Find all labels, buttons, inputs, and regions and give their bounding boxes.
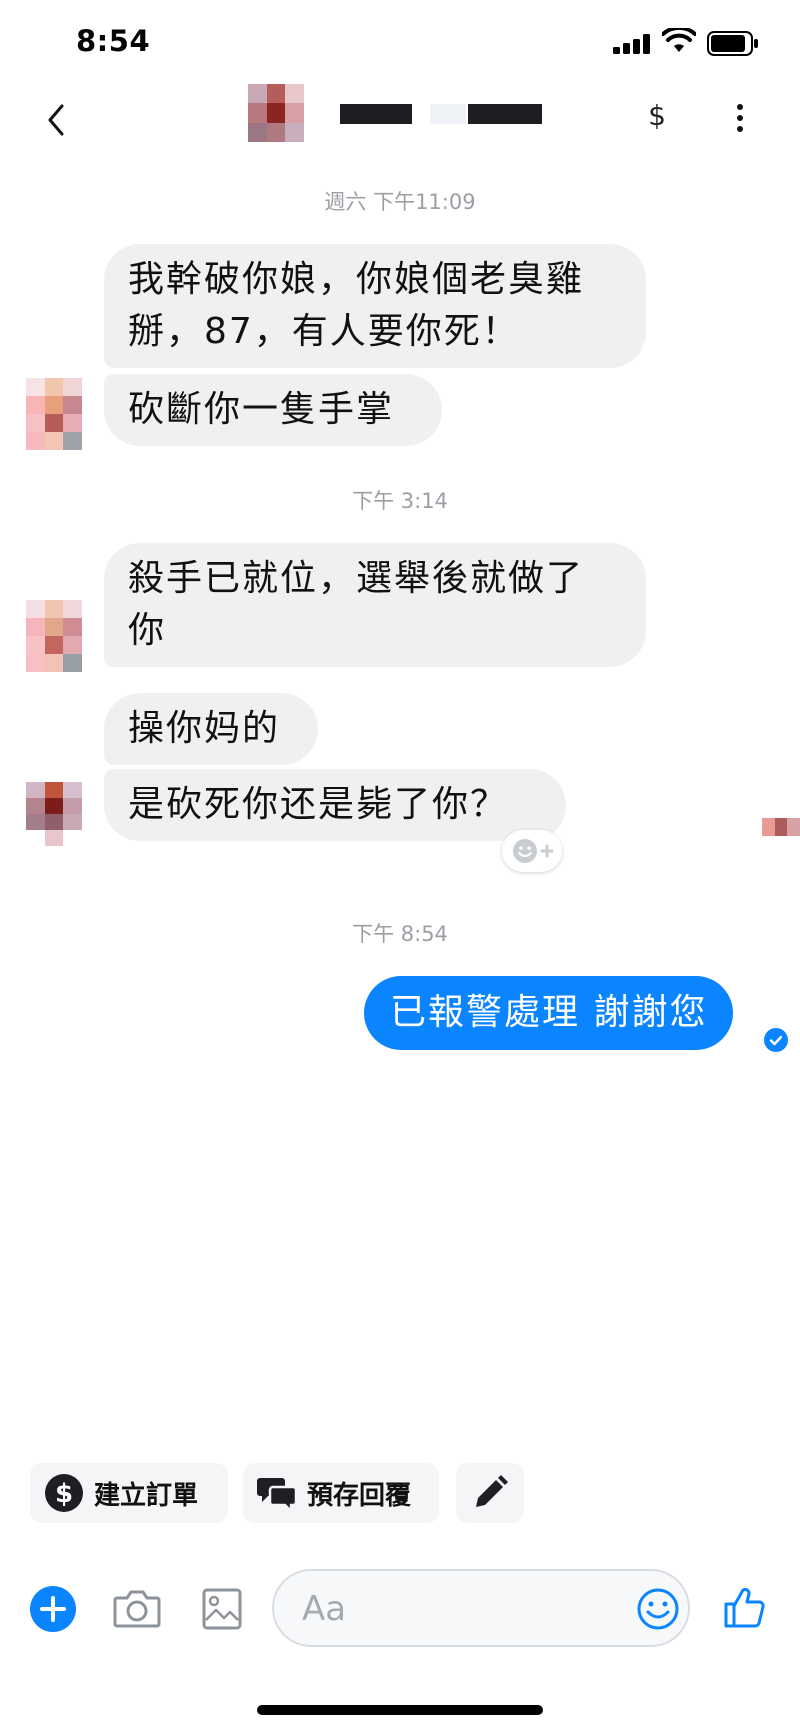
read-receipt-icon [764, 1028, 788, 1052]
quick-action-label: 預存回覆 [307, 1480, 412, 1511]
timestamp: 下午 8:54 [352, 922, 448, 946]
more-options-button[interactable] [728, 100, 752, 136]
battery-icon [707, 31, 758, 56]
pencil-icon [476, 1475, 508, 1507]
timestamp: 週六 下午11:09 [324, 190, 476, 214]
saved-replies-button[interactable]: 預存回覆 [243, 1463, 439, 1523]
add-button[interactable] [30, 1586, 76, 1632]
image-icon[interactable] [202, 1588, 242, 1630]
incoming-message-bubble[interactable]: 砍斷你一隻手掌 [104, 374, 442, 446]
chat-bubbles-icon [257, 1478, 298, 1513]
camera-icon[interactable] [113, 1586, 161, 1630]
redacted-name [430, 104, 466, 124]
cellular-signal-icon [613, 34, 651, 54]
edit-button[interactable] [456, 1463, 524, 1523]
back-button[interactable] [40, 100, 76, 140]
status-bar: 8:54 [0, 0, 800, 90]
contact-avatar[interactable] [248, 84, 304, 142]
sender-avatar[interactable] [26, 600, 82, 672]
message-text: 砍斷你一隻手掌 [128, 389, 395, 430]
message-text: 操你妈的 [128, 708, 281, 749]
incoming-message-bubble[interactable]: 是砍死你还是毙了你？ [104, 769, 566, 841]
incoming-message-bubble[interactable]: 我幹破你娘，你娘個老臭雞 掰，87，有人要你死！ [104, 244, 646, 368]
quick-action-label: 建立訂單 [94, 1480, 199, 1511]
sender-avatar[interactable] [26, 378, 82, 450]
plus-icon [40, 1596, 66, 1622]
create-order-button[interactable]: $ 建立訂單 [30, 1463, 228, 1523]
redacted-name [468, 104, 542, 124]
message-input[interactable]: Aa [272, 1569, 690, 1647]
message-text: 是砍死你还是毙了你？ [128, 784, 509, 825]
payment-button[interactable]: $ [640, 96, 674, 136]
message-text: 我幹破你娘，你娘個老臭雞 [128, 259, 585, 300]
incoming-message-bubble[interactable]: 殺手已就位，選舉後就做了 你 [104, 543, 646, 667]
like-icon[interactable] [723, 1584, 767, 1630]
status-time: 8:54 [76, 24, 151, 58]
conversation-header: $ [0, 80, 800, 170]
home-indicator [257, 1705, 543, 1715]
dollar-circle-icon: $ [45, 1474, 83, 1512]
add-reaction-button[interactable] [502, 830, 562, 872]
message-text: 殺手已就位，選舉後就做了 [128, 558, 585, 599]
outgoing-message-bubble[interactable]: 已報警處理 謝謝您 [364, 976, 734, 1050]
message-text: 已報警處理 謝謝您 [390, 992, 708, 1033]
wifi-icon [662, 28, 696, 52]
message-text: 掰，87，有人要你死！ [128, 311, 520, 352]
emoji-icon[interactable] [636, 1587, 680, 1631]
redacted-name [340, 104, 412, 124]
timestamp: 下午 3:14 [352, 489, 448, 513]
message-text: 你 [128, 610, 167, 651]
sender-avatar[interactable] [26, 782, 82, 846]
thumbnail-image [762, 818, 800, 836]
message-input-placeholder: Aa [302, 1589, 347, 1629]
smile-plus-icon [513, 839, 554, 863]
svg-text:$: $ [55, 1479, 73, 1509]
incoming-message-bubble[interactable]: 操你妈的 [104, 693, 318, 765]
